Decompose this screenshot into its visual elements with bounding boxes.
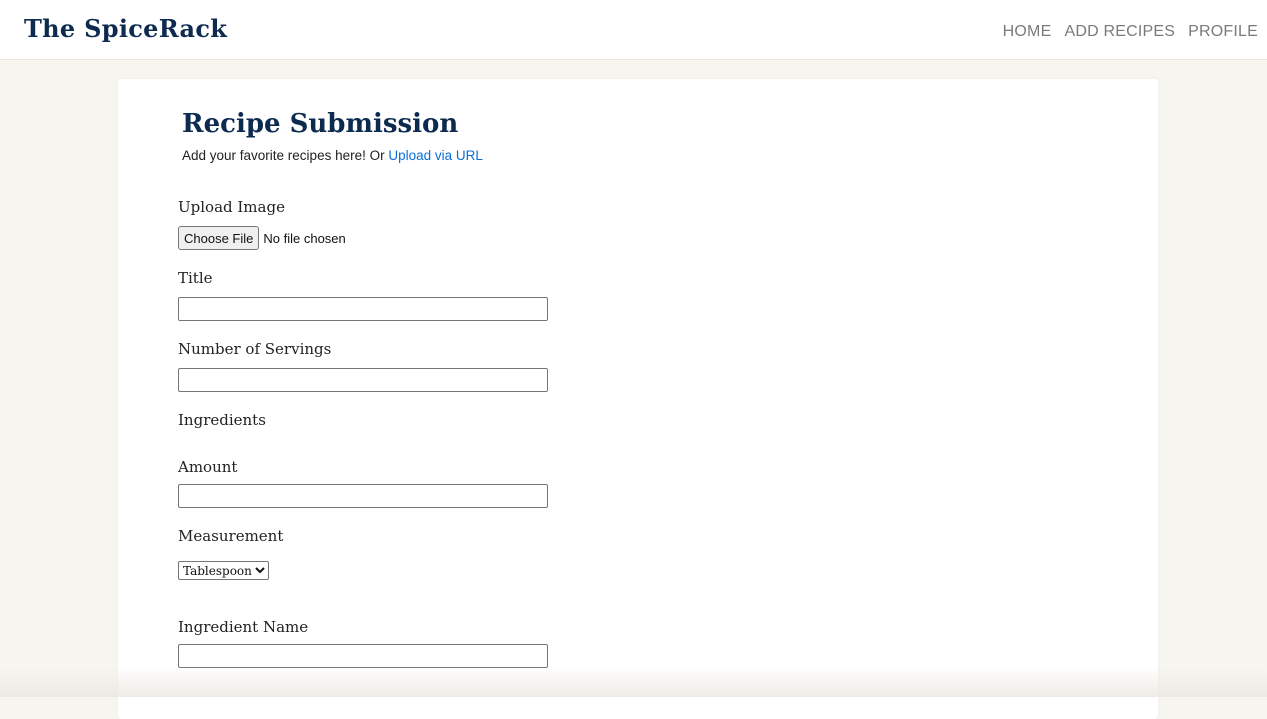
ingredient-name-input[interactable] <box>178 644 548 668</box>
title-input[interactable] <box>178 297 548 321</box>
choose-file-button[interactable]: Choose File <box>178 226 260 250</box>
upload-via-url-link[interactable]: Upload via URL <box>388 148 483 163</box>
nav-home-link[interactable]: HOME <box>1003 23 1052 41</box>
subtitle-text: Add your favorite recipes here! Or <box>182 148 389 163</box>
amount-input[interactable] <box>178 484 548 508</box>
amount-label: Amount <box>178 458 238 476</box>
page-subtitle: Add your favorite recipes here! Or Uploa… <box>182 148 483 163</box>
ingredient-name-label: Ingredient Name <box>178 618 309 636</box>
main-nav: HOME ADD RECIPES PROFILE <box>1003 23 1258 41</box>
title-label: Title <box>178 269 213 287</box>
file-status-text: No file chosen <box>263 230 346 246</box>
servings-label: Number of Servings <box>178 340 332 358</box>
measurement-label: Measurement <box>178 527 284 545</box>
nav-add-recipes-link[interactable]: ADD RECIPES <box>1064 23 1175 41</box>
ingredients-heading: Ingredients <box>178 411 266 429</box>
recipe-form-card: Recipe Submission Add your favorite reci… <box>118 79 1158 719</box>
nav-profile-link[interactable]: PROFILE <box>1188 23 1258 41</box>
site-header: The SpiceRack HOME ADD RECIPES PROFILE <box>0 0 1267 60</box>
upload-image-control: Choose File No file chosen <box>178 226 346 250</box>
measurement-select[interactable]: Tablespoon <box>178 561 269 580</box>
upload-image-label: Upload Image <box>178 198 285 216</box>
site-logo[interactable]: The SpiceRack <box>24 14 227 43</box>
servings-input[interactable] <box>178 368 548 392</box>
page-title: Recipe Submission <box>182 109 459 139</box>
